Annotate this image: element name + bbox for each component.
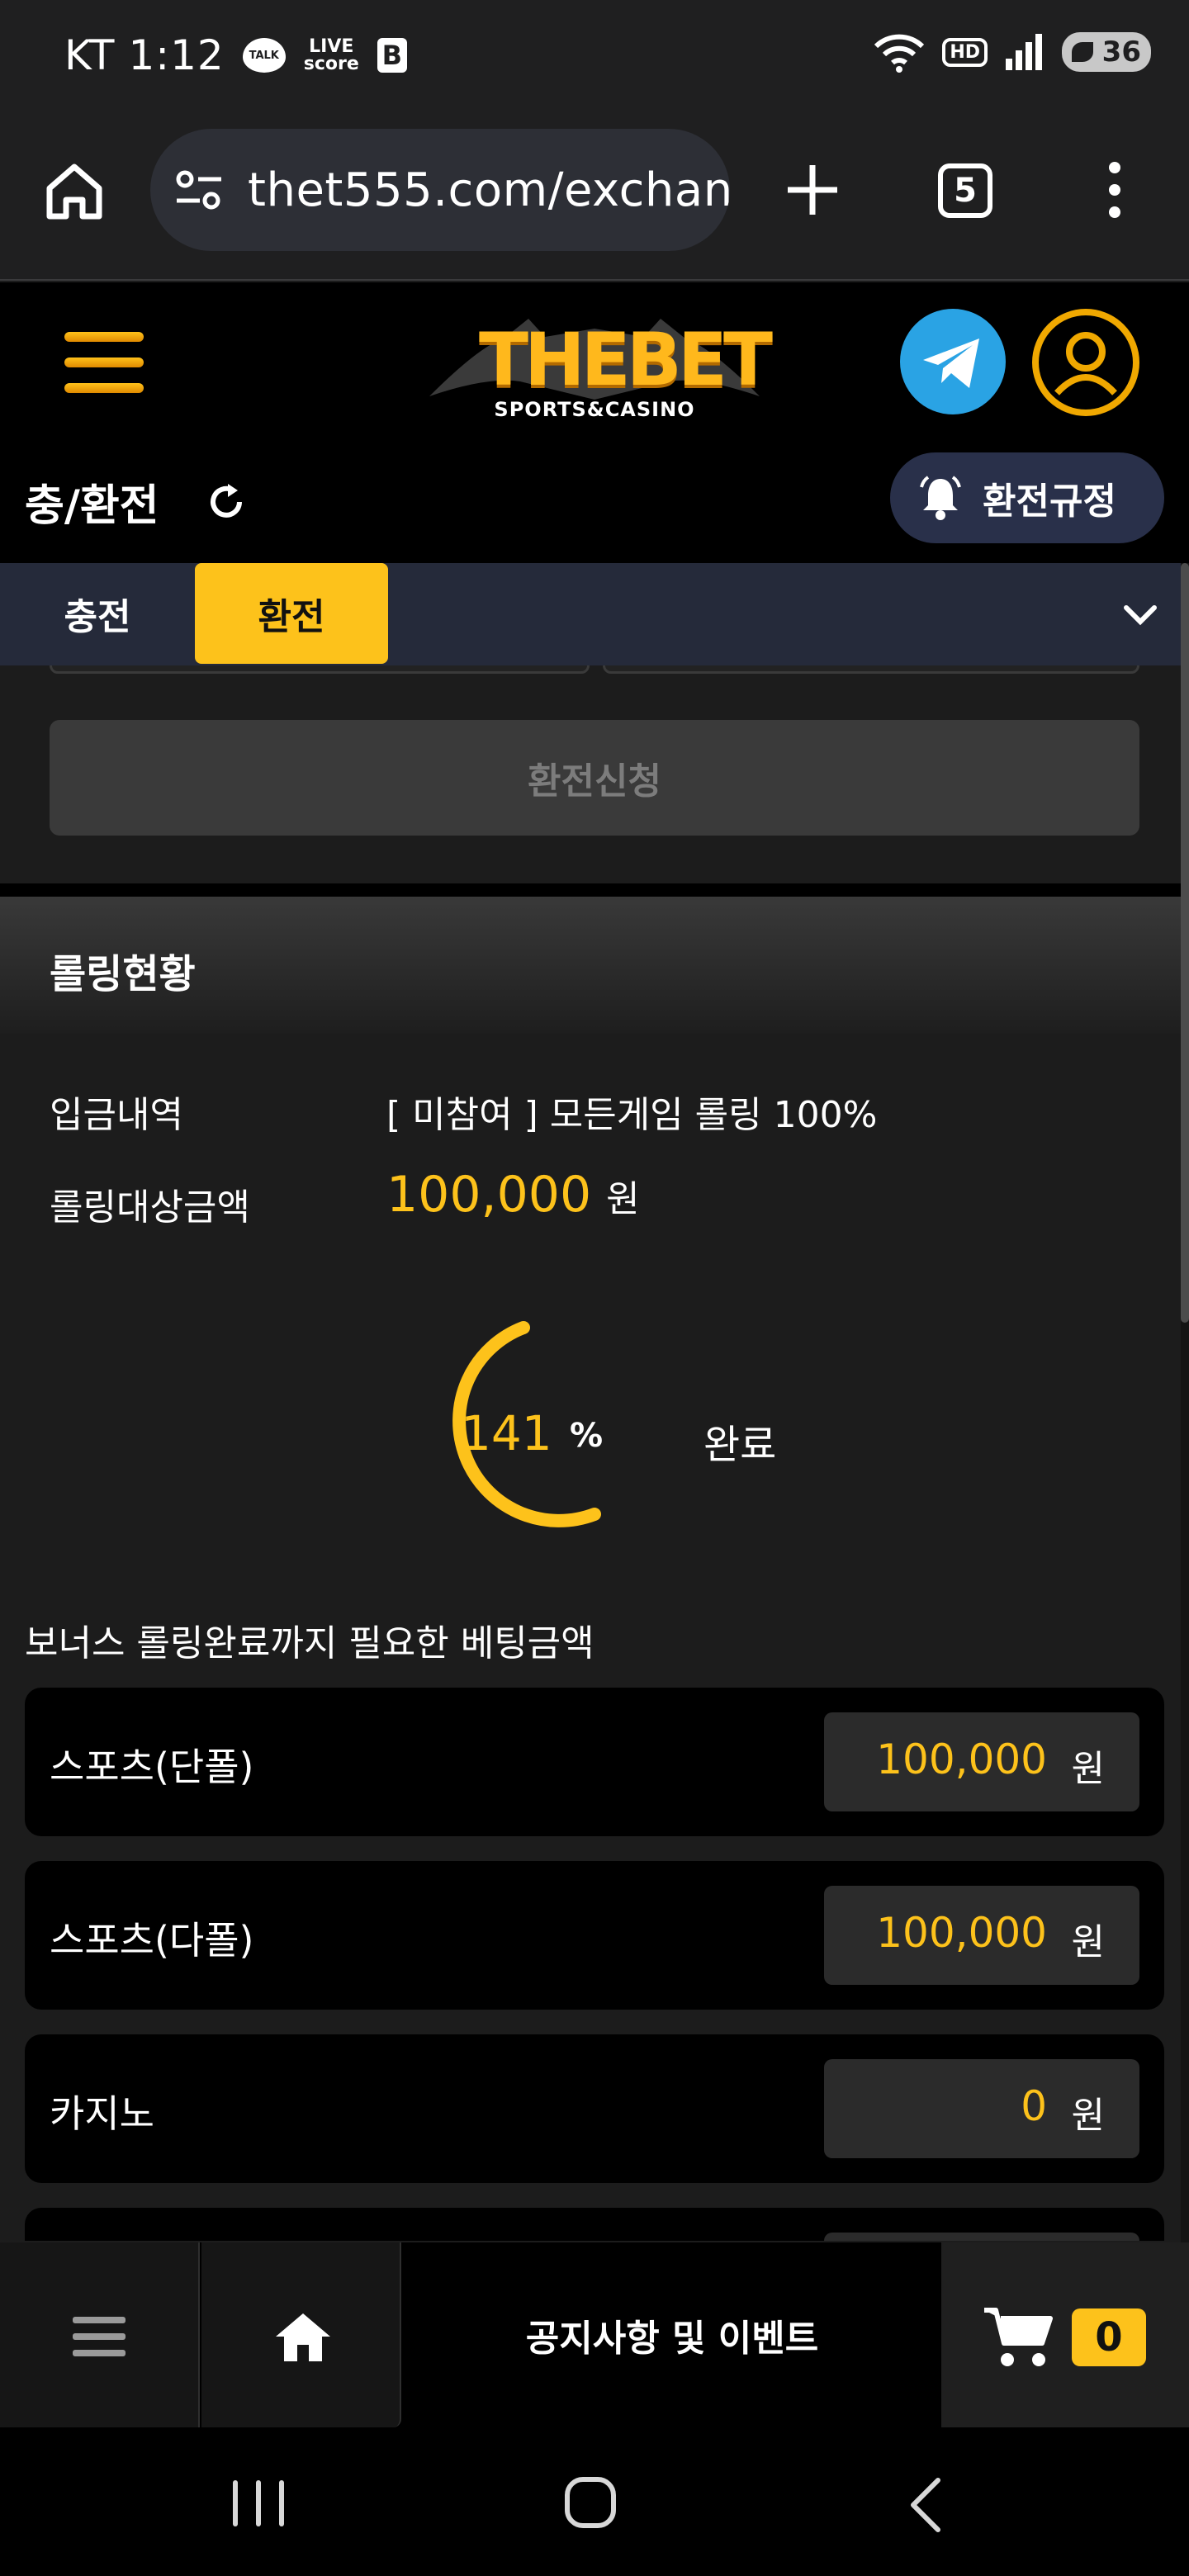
menu-icon	[73, 2317, 126, 2356]
bottom-home-button[interactable]	[201, 2242, 401, 2427]
bet-amount-unit: 원	[1071, 1748, 1105, 1790]
livescore-icon: LIVE score	[304, 38, 359, 73]
address-bar[interactable]: thet555.com/exchange	[150, 129, 730, 251]
progress-percent: 141	[461, 1405, 552, 1461]
new-tab-plus-icon[interactable]	[781, 159, 844, 221]
scrollbar-thumb[interactable]	[1181, 563, 1189, 1323]
bet-row-casino: 카지노 0 원	[25, 2034, 1164, 2183]
bottom-menu-button[interactable]	[0, 2242, 200, 2427]
bet-row-name: 스포츠(단폴)	[50, 1745, 254, 1789]
hd-voice-icon: HD	[942, 37, 988, 67]
livescore-icon-bottom: score	[303, 54, 359, 74]
telegram-button[interactable]	[900, 309, 1006, 414]
telegram-icon	[923, 339, 979, 388]
section-title: 롤링현황	[50, 951, 196, 997]
b-app-icon: B	[377, 38, 407, 73]
withdraw-request-button[interactable]: 환전신청	[50, 720, 1139, 836]
system-navigation-bar	[0, 2427, 1189, 2576]
carrier-label: KT	[64, 31, 116, 79]
rolling-amount-value: 100,000	[386, 1166, 592, 1224]
chevron-down-icon[interactable]	[1120, 594, 1161, 636]
rolling-amount: 100,000 원	[386, 1166, 640, 1224]
logo-subtitle: SPORTS&CASINO	[494, 398, 695, 421]
site-settings-icon[interactable]	[173, 164, 225, 215]
exchange-rules-button[interactable]: 환전규정	[890, 452, 1164, 543]
cart-icon	[984, 2308, 1053, 2366]
battery-level: 36	[1101, 36, 1141, 69]
thebet-logo[interactable]: THEBET SPORTS&CASINO	[429, 305, 773, 421]
back-icon[interactable]	[905, 2475, 945, 2535]
bet-amount-unit: 원	[1071, 2095, 1105, 2137]
exchange-rules-label: 환전규정	[983, 481, 1116, 523]
bet-slip-button[interactable]: 0	[941, 2242, 1189, 2427]
refresh-icon[interactable]	[205, 481, 248, 523]
bet-amount-value: 100,000	[876, 1909, 1047, 1957]
user-icon	[1054, 332, 1117, 395]
bet-amount-box: 0 원	[824, 2059, 1139, 2158]
more-menu-icon[interactable]	[1098, 157, 1131, 223]
tab-deposit[interactable]: 충전	[25, 563, 170, 664]
input-field-partial[interactable]	[50, 665, 590, 674]
browser-home-icon[interactable]	[41, 157, 107, 223]
home-icon	[276, 2313, 330, 2361]
bet-row-name: 카지노	[50, 2091, 154, 2136]
progress-percent-sign: %	[570, 1417, 604, 1455]
kakaotalk-icon: TALK	[242, 38, 286, 73]
input-field-partial[interactable]	[603, 665, 1139, 674]
power-saving-leaf-icon	[1072, 42, 1093, 62]
bet-row-sports-single: 스포츠(단폴) 100,000 원	[25, 1688, 1164, 1836]
bottom-navigation: 공지사항 및 이벤트 0	[0, 2242, 1189, 2427]
deposit-history-value: [ 미참여 ] 모든게임 롤링 100%	[386, 1094, 878, 1136]
rolling-amount-unit: 원	[606, 1178, 640, 1220]
bet-row-name: 스포츠(다폴)	[50, 1918, 254, 1963]
url-text[interactable]: thet555.com/exchange	[248, 163, 730, 217]
tab-switcher-button[interactable]: 5	[938, 163, 992, 218]
signal-icon	[1006, 34, 1042, 70]
bet-amount-box: 100,000 원	[824, 1712, 1139, 1811]
wifi-icon	[874, 34, 925, 73]
system-home-icon[interactable]	[565, 2477, 616, 2528]
page-title-row: 충/환전 환전규정	[0, 436, 1189, 563]
clock: 1:12	[128, 31, 225, 79]
bet-amount-box: 100,000 원	[824, 1886, 1139, 1985]
hamburger-menu-icon[interactable]	[64, 332, 144, 393]
logo-text: THEBET	[479, 317, 773, 402]
bet-amount-value: 0	[1021, 2082, 1047, 2130]
status-bar: KT 1:12 TALK LIVE score B HD 36	[0, 0, 1189, 116]
bet-amount-value: 100,000	[876, 1735, 1047, 1783]
recent-apps-icon[interactable]	[233, 2480, 284, 2526]
bet-amount-unit: 원	[1071, 1921, 1105, 1963]
section-divider	[0, 883, 1181, 897]
tab-withdraw[interactable]: 환전	[195, 563, 388, 664]
bell-icon	[920, 476, 961, 520]
bet-row-sports-multi: 스포츠(다폴) 100,000 원	[25, 1861, 1164, 2010]
user-account-button[interactable]	[1032, 309, 1139, 416]
notice-events-button[interactable]: 공지사항 및 이벤트	[403, 2242, 941, 2427]
bonus-heading: 보너스 롤링완료까지 필요한 베팅금액	[25, 1622, 594, 1664]
bet-amount-box	[824, 2233, 1139, 2241]
cart-count-badge: 0	[1072, 2308, 1146, 2366]
deposit-history-label: 입금내역	[50, 1094, 183, 1136]
page-title: 충/환전	[25, 481, 159, 531]
rolling-amount-label: 롤링대상금액	[50, 1186, 250, 1229]
tab-bar: 충전 환전	[0, 563, 1189, 665]
site-header: THEBET SPORTS&CASINO	[0, 282, 1189, 436]
main-content: 환전신청 롤링현황 입금내역 [ 미참여 ] 모든게임 롤링 100% 롤링대상…	[0, 665, 1181, 2241]
progress-status: 완료	[703, 1422, 777, 1468]
bet-row-partial	[25, 2208, 1164, 2241]
battery-icon: 36	[1062, 32, 1151, 72]
browser-toolbar: thet555.com/exchange 5	[0, 116, 1189, 281]
rolling-section-header: 롤링현황	[0, 897, 1181, 1034]
scrollbar[interactable]	[1181, 563, 1189, 2242]
